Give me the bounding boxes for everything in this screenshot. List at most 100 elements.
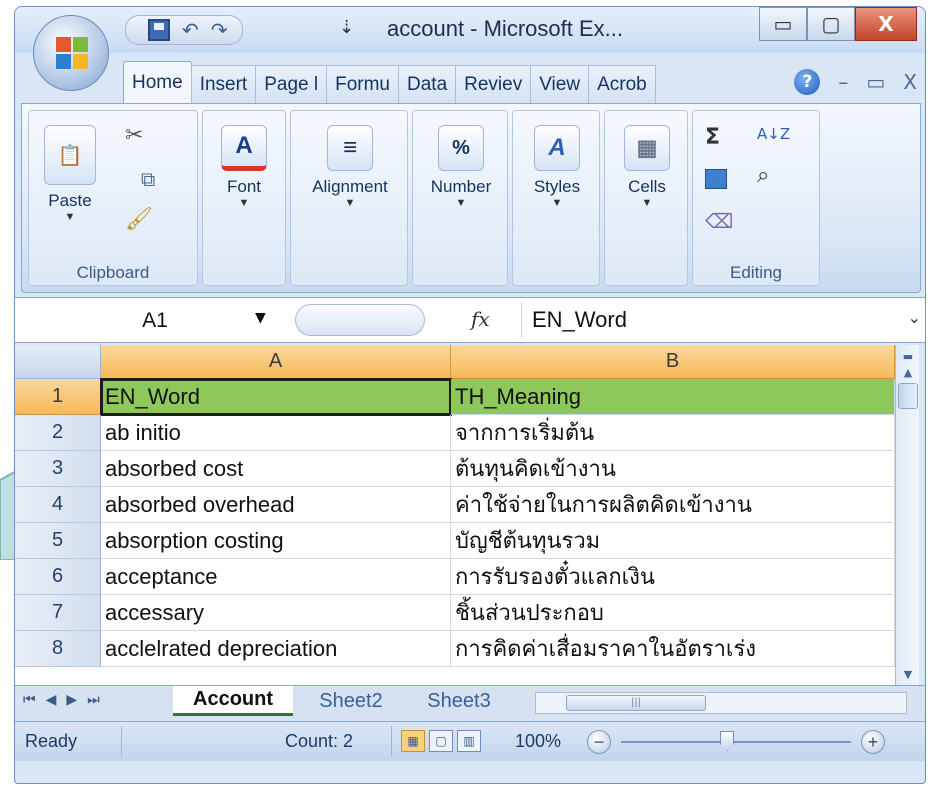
tab-view[interactable]: View bbox=[530, 65, 590, 103]
clear-icon[interactable]: ⌫ bbox=[705, 209, 733, 233]
font-button[interactable]: A Font ▼ bbox=[207, 119, 281, 209]
cell-b5[interactable]: บัญชีต้นทุนรวม bbox=[451, 523, 895, 559]
cell-a1[interactable]: EN_Word bbox=[100, 378, 452, 416]
tab-review[interactable]: Reviev bbox=[455, 65, 532, 103]
close-button[interactable]: X bbox=[855, 7, 917, 41]
name-box-dropdown-icon[interactable]: ▼ bbox=[255, 310, 266, 326]
format-painter-icon[interactable]: 🖌 bbox=[125, 207, 153, 232]
horizontal-scroll-thumb[interactable]: ||| bbox=[566, 695, 706, 711]
row-header[interactable]: 1 bbox=[15, 379, 101, 415]
sheet-tab-sheet2[interactable]: Sheet2 bbox=[301, 686, 401, 716]
zoom-level[interactable]: 100% bbox=[515, 731, 561, 752]
cell-a8[interactable]: acclelrated depreciation bbox=[101, 631, 451, 667]
next-sheet-icon[interactable]: ▶ bbox=[66, 692, 77, 708]
ribbon-minimize-icon[interactable]: – bbox=[838, 70, 848, 94]
styles-label: Styles bbox=[533, 177, 581, 196]
save-icon[interactable] bbox=[148, 19, 170, 41]
office-logo-icon bbox=[56, 37, 88, 69]
redo-icon[interactable]: ↷ bbox=[211, 20, 228, 40]
sheet-tab-sheet3[interactable]: Sheet3 bbox=[409, 686, 509, 716]
styles-button[interactable]: A Styles ▼ bbox=[517, 119, 597, 209]
font-label: Font bbox=[226, 177, 262, 196]
tab-insert[interactable]: Insert bbox=[190, 65, 257, 103]
cell-a4[interactable]: absorbed overhead bbox=[101, 487, 451, 523]
cell-b4[interactable]: ค่าใช้จ่ายในการผลิตคิดเข้างาน bbox=[451, 487, 895, 523]
cell-a7[interactable]: accessary bbox=[101, 595, 451, 631]
expand-formula-bar-icon[interactable]: ⌄ bbox=[908, 308, 921, 327]
row-header[interactable]: 6 bbox=[15, 559, 101, 595]
page-layout-view-icon[interactable]: ▢ bbox=[429, 730, 453, 752]
cells-label: Cells bbox=[628, 177, 666, 196]
cut-icon[interactable]: ✂ bbox=[125, 123, 143, 148]
ribbon-restore-icon[interactable]: ▭ bbox=[866, 70, 885, 94]
cell-b3[interactable]: ต้นทุนคิดเข้างาน bbox=[451, 451, 895, 487]
cell-a2[interactable]: ab initio bbox=[101, 415, 451, 451]
vertical-scrollbar[interactable]: ▬ ▲ ▼ bbox=[895, 345, 919, 685]
chevron-down-icon: ▼ bbox=[64, 211, 76, 223]
tab-page-layout[interactable]: Page l bbox=[255, 65, 328, 103]
ribbon-close-icon[interactable]: X bbox=[903, 70, 917, 94]
first-sheet-icon[interactable]: ⏮ bbox=[23, 692, 36, 708]
row-header[interactable]: 4 bbox=[15, 487, 101, 523]
tab-home[interactable]: Home bbox=[123, 61, 192, 103]
zoom-out-icon[interactable]: − bbox=[587, 730, 611, 754]
tab-data[interactable]: Data bbox=[398, 65, 457, 103]
row-header[interactable]: 5 bbox=[15, 523, 101, 559]
sort-filter-icon[interactable]: A↓Z bbox=[757, 125, 790, 143]
formula-bar-splitter[interactable] bbox=[295, 304, 425, 336]
copy-icon[interactable]: ⧉ bbox=[141, 167, 155, 191]
find-select-icon[interactable]: ⌕ bbox=[757, 163, 769, 188]
tab-acrobat[interactable]: Acrob bbox=[588, 65, 656, 103]
cell-a5[interactable]: absorption costing bbox=[101, 523, 451, 559]
cell-b1[interactable]: TH_Meaning bbox=[451, 379, 895, 415]
prev-sheet-icon[interactable]: ◀ bbox=[46, 692, 57, 708]
office-button[interactable] bbox=[33, 15, 109, 91]
paste-button[interactable]: 📋 Paste ▼ bbox=[35, 119, 105, 223]
autosum-icon[interactable]: Σ bbox=[705, 125, 720, 150]
chevron-down-icon: ▼ bbox=[641, 197, 653, 209]
last-sheet-icon[interactable]: ⏭ bbox=[87, 692, 100, 708]
row-header[interactable]: 8 bbox=[15, 631, 101, 667]
scroll-down-icon[interactable]: ▼ bbox=[898, 665, 918, 683]
sheet-navigation: ⏮ ◀ ▶ ⏭ bbox=[23, 692, 100, 708]
customize-qat-icon[interactable]: ⇣ bbox=[339, 17, 354, 38]
vertical-scroll-thumb[interactable] bbox=[898, 383, 918, 409]
row-header[interactable]: 3 bbox=[15, 451, 101, 487]
cell-b7[interactable]: ชิ้นส่วนประกอบ bbox=[451, 595, 895, 631]
insert-function-icon[interactable]: fx bbox=[471, 307, 490, 331]
zoom-slider-track[interactable] bbox=[621, 741, 851, 743]
quick-access-toolbar: ↶ ↷ bbox=[125, 15, 243, 45]
cell-b6[interactable]: การรับรองตั๋วแลกเงิน bbox=[451, 559, 895, 595]
alignment-button[interactable]: ≡ Alignment ▼ bbox=[295, 119, 405, 209]
horizontal-scrollbar[interactable]: ||| bbox=[535, 692, 907, 714]
table-row: 5 absorption costing บัญชีต้นทุนรวม bbox=[15, 523, 895, 559]
normal-view-icon[interactable]: ▦ bbox=[401, 730, 425, 752]
cell-a6[interactable]: acceptance bbox=[101, 559, 451, 595]
title-bar: ↶ ↷ ⇣ account - Microsoft Ex... ▭ ▢ X bbox=[15, 7, 925, 53]
sheet-tab-account[interactable]: Account bbox=[173, 686, 293, 716]
number-button[interactable]: % Number ▼ bbox=[417, 119, 505, 209]
cell-b2[interactable]: จากการเริ่มต้น bbox=[451, 415, 895, 451]
select-all-button[interactable] bbox=[15, 345, 101, 379]
zoom-slider-thumb[interactable] bbox=[720, 731, 734, 751]
cell-b8[interactable]: การคิดค่าเสื่อมราคาในอัตราเร่ง bbox=[451, 631, 895, 667]
column-header-b[interactable]: B bbox=[451, 345, 895, 379]
page-break-view-icon[interactable]: ▥ bbox=[457, 730, 481, 752]
help-icon[interactable]: ? bbox=[794, 69, 821, 95]
maximize-button[interactable]: ▢ bbox=[807, 7, 855, 41]
row-header[interactable]: 2 bbox=[15, 415, 101, 451]
row-header[interactable]: 7 bbox=[15, 595, 101, 631]
minimize-button[interactable]: ▭ bbox=[759, 7, 807, 41]
formula-input[interactable]: EN_Word bbox=[521, 302, 901, 338]
column-header-a[interactable]: A bbox=[101, 345, 451, 379]
tab-formulas[interactable]: Formu bbox=[326, 65, 399, 103]
cell-a3[interactable]: absorbed cost bbox=[101, 451, 451, 487]
undo-icon[interactable]: ↶ bbox=[182, 20, 199, 40]
zoom-in-icon[interactable]: + bbox=[861, 730, 885, 754]
scroll-up-icon[interactable]: ▲ bbox=[898, 363, 918, 381]
fill-icon[interactable] bbox=[705, 169, 727, 189]
sheet-tab-bar: ⏮ ◀ ▶ ⏭ Account Sheet2 Sheet3 ||| bbox=[15, 685, 925, 719]
styles-group: A Styles ▼ bbox=[512, 110, 600, 286]
name-box[interactable]: A1 bbox=[35, 304, 275, 338]
cells-button[interactable]: ▦ Cells ▼ bbox=[609, 119, 685, 209]
